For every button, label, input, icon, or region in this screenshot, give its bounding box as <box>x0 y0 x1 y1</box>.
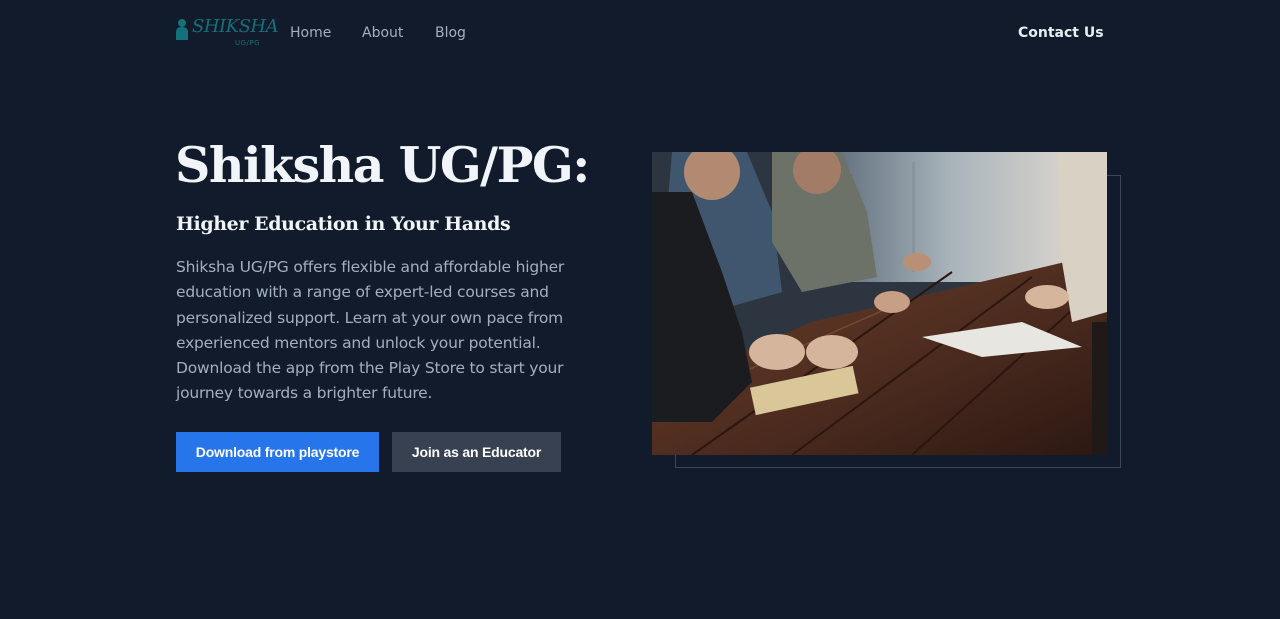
hero-title: Shiksha UG/PG: <box>175 136 590 194</box>
download-playstore-button[interactable]: Download from playstore <box>176 432 379 472</box>
brand-name: SHIKSHA <box>192 16 279 37</box>
hero-photo <box>652 152 1107 455</box>
nav-blog-link[interactable]: Blog <box>435 25 466 41</box>
meeting-photo-illustration <box>652 152 1107 455</box>
join-educator-button[interactable]: Join as an Educator <box>392 432 561 472</box>
nav-contact-link[interactable]: Contact Us <box>1018 25 1104 41</box>
person-icon <box>176 19 188 40</box>
nav-home-link[interactable]: Home <box>290 25 331 41</box>
hero-subtitle: Higher Education in Your Hands <box>176 213 511 235</box>
brand-logo[interactable]: SHIKSHA UG/PG <box>175 15 279 51</box>
top-navigation: SHIKSHA UG/PG Home About Blog Contact Us <box>0 0 1280 68</box>
nav-about-link[interactable]: About <box>362 25 403 41</box>
hero-description: Shiksha UG/PG offers flexible and afford… <box>176 258 565 403</box>
brand-subtitle: UG/PG <box>235 39 261 47</box>
